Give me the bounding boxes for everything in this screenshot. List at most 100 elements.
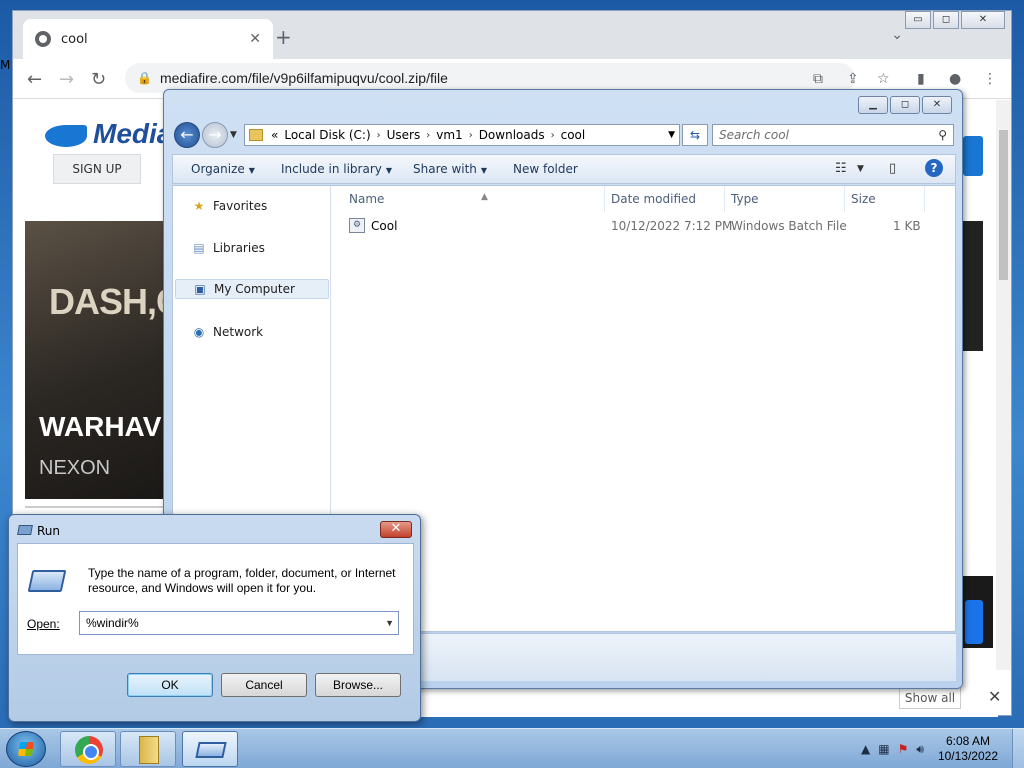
- history-dropdown-icon[interactable]: ▼: [230, 130, 237, 140]
- run-dialog-title: Run: [37, 524, 61, 538]
- column-header-size[interactable]: Size: [845, 186, 925, 212]
- profile-avatar-icon[interactable]: ●: [949, 71, 961, 87]
- back-arrow-icon[interactable]: ←: [174, 122, 200, 148]
- file-type: Windows Batch File: [731, 219, 847, 233]
- show-desktop-button[interactable]: [1012, 729, 1024, 768]
- bookmark-star-icon[interactable]: ☆: [877, 71, 890, 87]
- libraries-icon: ▤: [193, 241, 205, 255]
- breadcrumb-cool[interactable]: cool: [561, 128, 586, 142]
- mediafire-logo[interactable]: Media: [45, 118, 172, 150]
- dropdown-arrow-icon: ▼: [248, 166, 255, 175]
- run-dialog: Run ✕ Type the name of a program, folder…: [8, 514, 421, 722]
- download-bar-close-icon[interactable]: ✕: [988, 687, 1001, 706]
- address-dropdown-icon[interactable]: ▼: [668, 130, 675, 140]
- share-with-menu[interactable]: Share with ▼: [413, 162, 487, 176]
- forward-arrow-icon[interactable]: →: [202, 122, 228, 148]
- nav-item-libraries[interactable]: ▤ Libraries: [175, 238, 329, 258]
- dropdown-arrow-icon: ▼: [480, 166, 488, 175]
- browser-tab[interactable]: cool ✕: [23, 19, 273, 59]
- search-placeholder: Search cool: [719, 128, 789, 142]
- share-icon[interactable]: ⇪: [847, 71, 859, 87]
- open-label-text: Open:: [27, 617, 60, 631]
- new-folder-button[interactable]: New folder: [513, 162, 578, 176]
- menu-kebab-icon[interactable]: ⋮: [983, 71, 997, 87]
- breadcrumb-overflow[interactable]: «: [271, 128, 278, 142]
- open-label: Open:: [27, 617, 60, 631]
- explorer-maximize-button[interactable]: ◻: [890, 96, 920, 114]
- column-header-type[interactable]: Type: [725, 186, 845, 212]
- explorer-close-button[interactable]: ✕: [922, 96, 952, 114]
- browse-button[interactable]: Browse...: [315, 673, 401, 697]
- start-button[interactable]: [6, 731, 46, 767]
- sign-up-button[interactable]: SIGN UP: [53, 154, 141, 184]
- breadcrumb-downloads[interactable]: Downloads: [479, 128, 545, 142]
- clock[interactable]: 6:08 AM 10/13/2022: [938, 734, 998, 764]
- mediafire-flame-icon: [45, 124, 87, 147]
- preview-pane-icon[interactable]: ▯: [889, 161, 896, 176]
- show-all-button[interactable]: Show all: [899, 687, 961, 709]
- combobox-dropdown-icon[interactable]: ▼: [385, 612, 394, 634]
- clock-time: 6:08 AM: [945, 734, 990, 748]
- run-icon: [195, 742, 227, 758]
- explorer-command-bar: Organize ▼ Include in library ▼ Share with…: [172, 154, 956, 184]
- run-close-button[interactable]: ✕: [380, 521, 412, 538]
- forward-arrow-icon[interactable]: →: [59, 69, 74, 90]
- breadcrumb-vm1[interactable]: vm1: [436, 128, 462, 142]
- explorer-address-bar[interactable]: « Local Disk (C:) › Users › vm1 › Downlo…: [244, 124, 680, 146]
- download-button-fragment[interactable]: [963, 136, 983, 176]
- refresh-icon[interactable]: ⇆: [682, 124, 708, 146]
- scrollbar-thumb[interactable]: [999, 130, 1008, 280]
- network-tray-icon[interactable]: ▦: [878, 742, 889, 756]
- organize-menu[interactable]: Organize ▼: [191, 162, 255, 176]
- close-button[interactable]: ✕: [961, 11, 1005, 29]
- breadcrumb-separator-icon[interactable]: ›: [377, 130, 381, 141]
- breadcrumb-separator-icon[interactable]: ›: [426, 130, 430, 141]
- back-arrow-icon[interactable]: ←: [27, 69, 42, 90]
- breadcrumb-users[interactable]: Users: [387, 128, 421, 142]
- taskbar-chrome[interactable]: [60, 731, 116, 767]
- explorer-search-input[interactable]: Search cool ⚲: [712, 124, 954, 146]
- file-row[interactable]: ⚙ Cool 10/12/2022 7:12 PM Windows Batch …: [333, 216, 933, 236]
- ad-subtitle: NEXON: [39, 457, 111, 479]
- taskbar-explorer[interactable]: [120, 731, 176, 767]
- nav-item-network[interactable]: ◉ Network: [175, 322, 329, 342]
- file-date-modified: 10/12/2022 7:12 PM: [611, 219, 733, 233]
- explorer-folder-icon: [139, 736, 159, 764]
- page-scrollbar[interactable]: [996, 100, 1011, 670]
- breadcrumb-separator-icon[interactable]: ›: [551, 130, 555, 141]
- taskbar-run[interactable]: [182, 731, 238, 767]
- breadcrumb-separator-icon[interactable]: ›: [469, 130, 473, 141]
- advertisement-banner[interactable]: DASH,C WARHAV NEXON: [25, 221, 185, 499]
- help-icon[interactable]: ?: [925, 159, 943, 177]
- show-hidden-icons-icon[interactable]: ▲: [861, 742, 870, 756]
- ad-headline: DASH,C: [49, 281, 182, 322]
- action-center-alert-icon[interactable]: ⚑: [898, 742, 909, 756]
- breadcrumb-local-disk[interactable]: Local Disk (C:): [284, 128, 370, 142]
- include-in-library-menu[interactable]: Include in library ▼: [281, 162, 392, 176]
- nav-item-label: Network: [213, 325, 264, 339]
- nav-item-my-computer[interactable]: ▣ My Computer: [175, 279, 329, 299]
- side-panel-icon[interactable]: ▮: [917, 71, 925, 87]
- cancel-button[interactable]: Cancel: [221, 673, 307, 697]
- open-combobox[interactable]: %windir% ▼: [79, 611, 399, 635]
- explorer-minimize-button[interactable]: ▁: [858, 96, 888, 114]
- reload-icon[interactable]: ↻: [91, 69, 106, 90]
- nav-item-favorites[interactable]: ★ Favorites: [175, 196, 329, 216]
- blocked-popup-icon[interactable]: ⧉: [813, 71, 823, 87]
- ad-title: WARHAV: [39, 411, 162, 442]
- minimize-button[interactable]: ▭: [905, 11, 931, 29]
- tab-close-icon[interactable]: ✕: [249, 31, 261, 47]
- change-view-icon[interactable]: ☷: [835, 161, 847, 176]
- view-dropdown-icon[interactable]: ▼: [857, 164, 864, 174]
- ok-button[interactable]: OK: [127, 673, 213, 697]
- search-icon[interactable]: ⚲: [938, 125, 947, 145]
- new-tab-button[interactable]: +: [275, 25, 292, 49]
- blue-button-fragment[interactable]: [965, 600, 983, 644]
- tab-search-chevron-icon[interactable]: ⌄: [891, 27, 903, 43]
- maximize-button[interactable]: ◻: [933, 11, 959, 29]
- computer-icon: ▣: [194, 282, 206, 296]
- nav-item-label: Favorites: [213, 199, 268, 213]
- column-header-date-modified[interactable]: Date modified: [605, 186, 725, 212]
- volume-icon[interactable]: 🔊︎: [916, 742, 924, 757]
- column-header-name[interactable]: Name ▲: [343, 186, 605, 212]
